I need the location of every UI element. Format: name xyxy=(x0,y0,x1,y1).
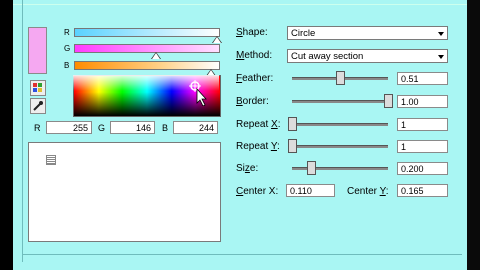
green-value-field[interactable]: 146 xyxy=(110,121,155,134)
center-y-value-field[interactable]: 0.165 xyxy=(397,184,448,197)
mouse-cursor-icon xyxy=(189,80,207,106)
border-slider[interactable] xyxy=(292,100,388,103)
size-value-field[interactable]: 0.200 xyxy=(397,162,448,175)
green-slider-label: G xyxy=(64,44,71,53)
blue-slider[interactable] xyxy=(74,61,220,70)
repeat-x-label: Repeat X: xyxy=(236,119,281,130)
color-list-box[interactable] xyxy=(28,142,221,242)
green-slider-thumb[interactable] xyxy=(152,53,160,59)
panel-top-border xyxy=(13,4,467,5)
repeat-x-value-field[interactable]: 1 xyxy=(397,118,448,131)
palette-icon xyxy=(33,83,42,92)
shape-dropdown-value: Circle xyxy=(291,28,316,39)
repeat-x-slider-thumb[interactable] xyxy=(288,117,297,131)
red-field-label: R xyxy=(34,123,41,133)
center-y-label: Center Y: xyxy=(347,186,389,197)
red-slider-thumb[interactable] xyxy=(213,37,221,43)
green-slider[interactable] xyxy=(74,44,220,53)
blue-slider-label: B xyxy=(64,61,70,70)
shape-dropdown[interactable]: Circle xyxy=(287,26,448,40)
method-dropdown[interactable]: Cut away section xyxy=(287,49,448,63)
feather-label: Feather: xyxy=(236,73,274,84)
border-value-field[interactable]: 1.00 xyxy=(397,95,448,108)
size-slider-thumb[interactable] xyxy=(307,161,317,175)
size-label: Size: xyxy=(236,163,259,174)
panel-divider-bottom xyxy=(22,254,462,255)
border-label: Border: xyxy=(236,96,269,107)
border-slider-thumb[interactable] xyxy=(384,94,393,108)
red-slider[interactable] xyxy=(74,28,220,37)
blue-field-label: B xyxy=(162,123,169,133)
palette-button[interactable] xyxy=(30,80,46,96)
red-value-field[interactable]: 255 xyxy=(46,121,92,134)
eyedropper-icon xyxy=(33,101,43,111)
feather-slider-thumb[interactable] xyxy=(336,71,345,85)
list-item-icon xyxy=(46,155,56,165)
chevron-down-icon xyxy=(438,32,444,36)
red-slider-label: R xyxy=(64,28,70,37)
repeat-y-slider-thumb[interactable] xyxy=(288,139,297,153)
feather-value-field[interactable]: 0.51 xyxy=(397,72,448,85)
green-field-label: G xyxy=(98,123,106,133)
panel-divider-left xyxy=(22,0,23,262)
chevron-down-icon xyxy=(438,55,444,59)
center-x-label: Center X: xyxy=(236,186,279,197)
window-edge-right xyxy=(467,0,480,270)
shape-label: Shape: xyxy=(236,27,268,38)
repeat-y-value-field[interactable]: 1 xyxy=(397,140,448,153)
repeat-y-label: Repeat Y: xyxy=(236,141,280,152)
center-x-value-field[interactable]: 0.110 xyxy=(286,184,335,197)
method-dropdown-value: Cut away section xyxy=(291,51,364,62)
eyedropper-button[interactable] xyxy=(30,98,46,114)
color-preview-swatch xyxy=(28,27,47,74)
window-edge-left xyxy=(0,0,13,270)
repeat-x-slider[interactable] xyxy=(292,123,388,126)
repeat-y-slider[interactable] xyxy=(292,145,388,148)
method-label: Method: xyxy=(236,50,273,61)
blue-value-field[interactable]: 244 xyxy=(173,121,218,134)
